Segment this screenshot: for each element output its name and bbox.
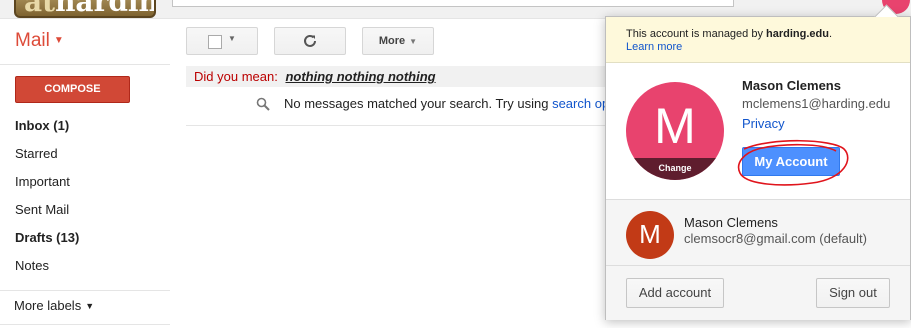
refresh-button[interactable] [274, 27, 346, 55]
divider [0, 324, 170, 325]
more-labels-toggle[interactable]: More labels ▼ [14, 298, 94, 313]
managed-text-prefix: This account is managed by [626, 28, 763, 40]
account-name: Mason Clemens [742, 78, 841, 93]
chevron-down-icon: ▼ [85, 301, 95, 311]
account-popup: This account is managed by harding.edu. … [605, 4, 911, 320]
compose-button[interactable]: COMPOSE [15, 76, 130, 103]
other-account-avatar: M [626, 211, 674, 259]
mail-switcher[interactable]: Mail ▼ [15, 30, 64, 52]
folder-list: Inbox (1) Starred Important Sent Mail Dr… [15, 112, 79, 280]
other-account-email: clemsocr8@gmail.com (default) [684, 231, 867, 246]
checkbox-icon [208, 35, 222, 49]
select-checkbox-button[interactable]: ▼ [186, 27, 258, 55]
logo-text-at: at [24, 0, 56, 18]
sidebar-item-drafts[interactable]: Drafts (13) [15, 224, 79, 252]
sidebar-item-starred[interactable]: Starred [15, 140, 79, 168]
did-you-mean-prefix: Did you mean: [194, 69, 278, 84]
other-account-name: Mason Clemens [684, 215, 778, 230]
sidebar-item-sent-mail[interactable]: Sent Mail [15, 196, 79, 224]
no-messages-text: No messages matched your search. Try usi… [284, 96, 549, 111]
managed-text-suffix: . [828, 28, 833, 40]
divider [186, 125, 616, 126]
search-options-link[interactable]: search opt [552, 96, 613, 111]
more-labels-label: More labels [14, 298, 82, 313]
red-circle-annotation [737, 139, 849, 186]
sidebar-item-notes[interactable]: Notes [15, 252, 79, 280]
sign-out-button[interactable]: Sign out [816, 278, 890, 308]
logo-text-harding: harding [55, 0, 154, 18]
harding-logo[interactable]: atharding [14, 0, 156, 18]
refresh-icon [304, 34, 316, 47]
divider [0, 64, 170, 65]
account-email: mclemens1@harding.edu [742, 96, 891, 111]
managed-domain: harding.edu [766, 28, 829, 40]
did-you-mean-bar: Did you mean: nothing nothing nothing [186, 66, 616, 87]
search-input[interactable] [172, 0, 734, 7]
no-messages-notice: No messages matched your search. Try usi… [256, 96, 613, 111]
divider [0, 290, 170, 291]
search-icon [256, 97, 270, 111]
chevron-down-icon: ▼ [409, 37, 418, 46]
other-account-row[interactable]: M Mason Clemens clemsocr8@gmail.com (def… [606, 200, 910, 265]
more-label: More [378, 35, 406, 47]
chevron-down-icon: ▼ [228, 34, 236, 43]
account-popup-footer: Add account Sign out [606, 266, 910, 320]
managed-text: This account is managed by harding.edu. [626, 28, 832, 40]
sidebar-item-important[interactable]: Important [15, 168, 79, 196]
learn-more-link[interactable]: Learn more [626, 41, 682, 53]
sidebar-item-inbox[interactable]: Inbox (1) [15, 112, 79, 140]
change-photo-button[interactable]: Change [626, 158, 724, 180]
chevron-down-icon: ▼ [53, 35, 64, 47]
mail-label: Mail [15, 30, 50, 51]
managed-account-notice: This account is managed by harding.edu. … [606, 17, 910, 63]
more-actions-button[interactable]: More ▼ [362, 27, 434, 55]
profile-avatar[interactable]: M Change [626, 82, 724, 180]
privacy-link[interactable]: Privacy [742, 116, 785, 131]
avatar-letter: M [654, 98, 696, 154]
add-account-button[interactable]: Add account [626, 278, 724, 308]
did-you-mean-suggestion[interactable]: nothing nothing nothing [285, 69, 435, 84]
